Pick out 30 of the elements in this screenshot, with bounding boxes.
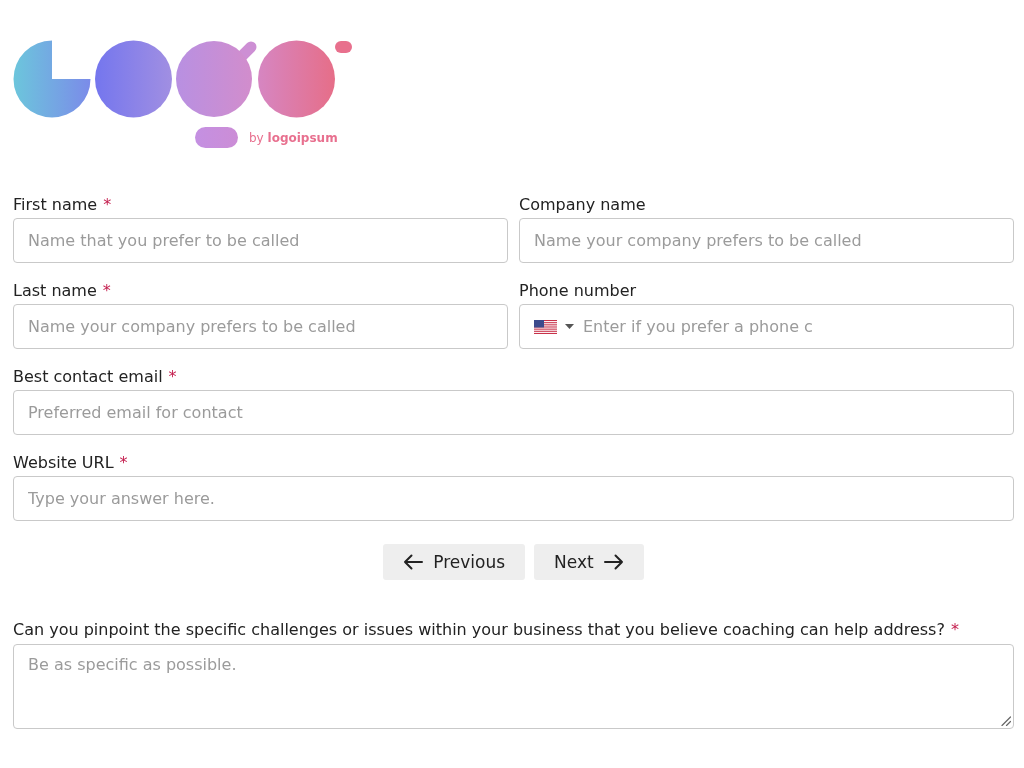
arrow-left-icon [403,554,424,570]
logo-byline: by logoipsum [249,129,338,146]
field-label: Best contact email [13,367,163,387]
field-label: Company name [519,195,646,215]
caret-down-icon[interactable] [565,324,574,329]
resize-handle-icon[interactable] [1001,716,1011,726]
input-field[interactable]: Name that you prefer to be called [13,218,508,263]
field-label: First name [13,195,98,215]
field-label: Phone number [519,281,637,301]
logo-icon [13,38,353,120]
field-label: Website URL [13,453,114,473]
input-field[interactable]: Preferred email for contact [13,390,1014,435]
field-label: Last name [13,281,97,301]
answer-field[interactable]: Be as specific as possible. [13,644,1014,729]
us-flag-icon[interactable] [534,319,557,334]
required-asterisk: * [119,453,128,473]
previous-button[interactable]: Previous [383,544,526,580]
next-button[interactable]: Next [534,544,644,580]
phone-field[interactable]: Enter if you prefer a phone c [519,304,1014,349]
arrow-right-icon [603,554,624,570]
required-asterisk: * [950,620,959,640]
input-field[interactable]: Type your answer here. [13,476,1014,521]
logo-pill-icon [195,127,238,148]
input-field[interactable]: Name your company prefers to be called [519,218,1014,263]
required-asterisk: * [103,195,112,215]
phone-number-input[interactable]: Enter if you prefer a phone c [574,317,999,336]
required-asterisk: * [168,367,177,387]
input-field[interactable]: Name your company prefers to be called [13,304,508,349]
required-asterisk: * [102,281,111,301]
question-label: Can you pinpoint the specific challenges or issues within your business that you believe coaching can help address? [13,620,945,640]
